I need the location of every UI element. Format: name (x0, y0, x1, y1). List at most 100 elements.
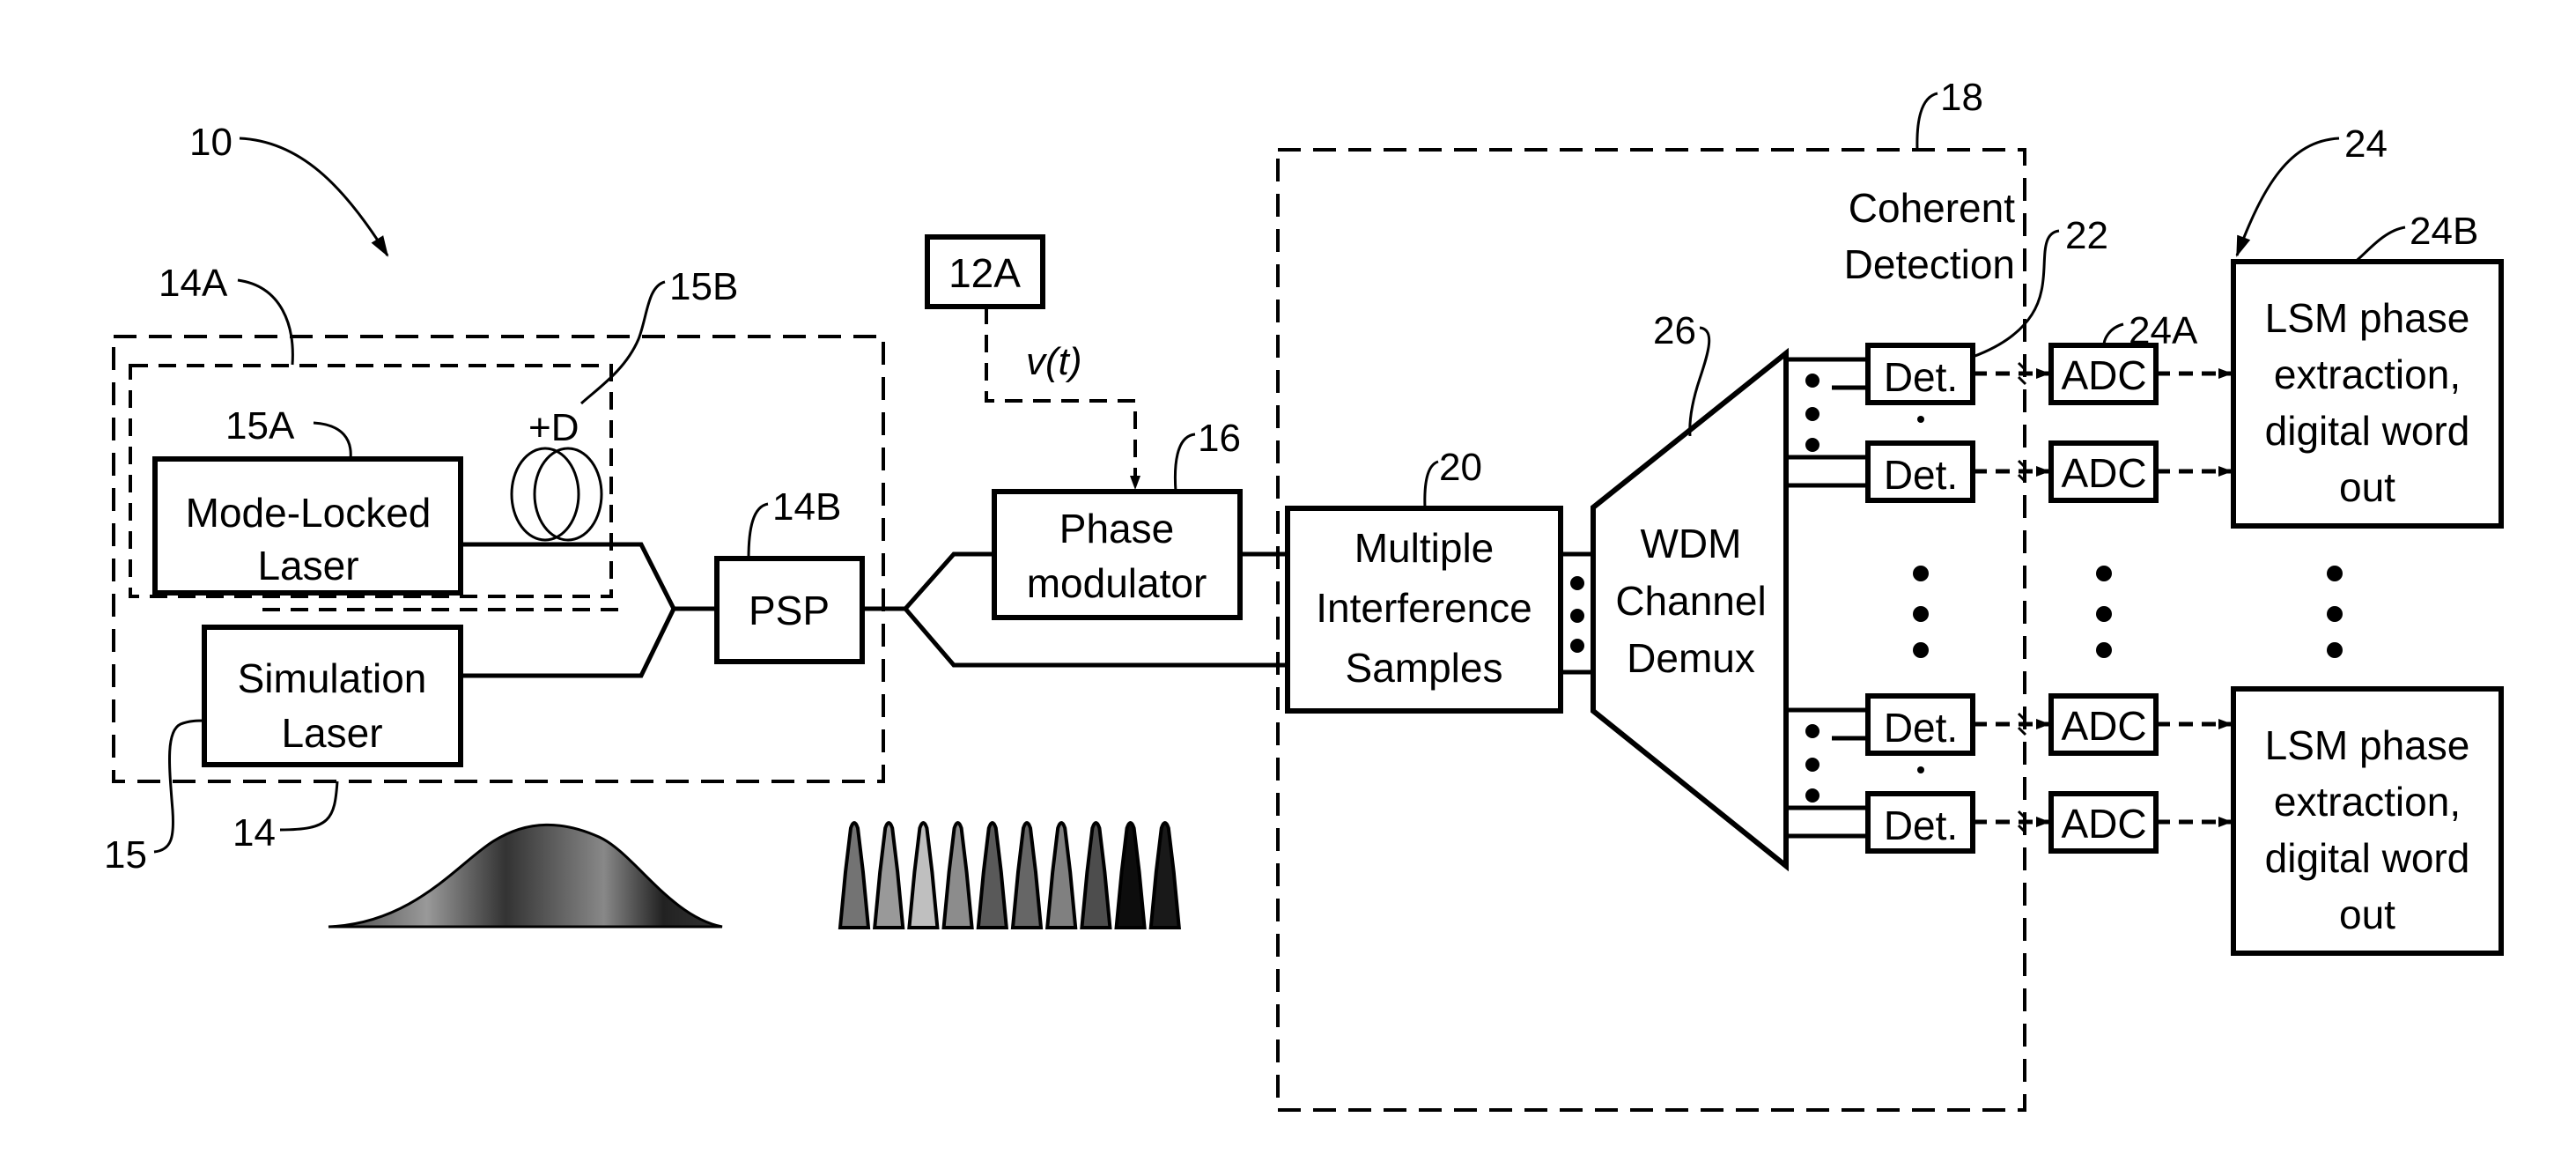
channel-dot (1805, 758, 1819, 772)
ref-22-label: 22 (2065, 214, 2108, 257)
adc-label: ADC (2061, 703, 2146, 749)
ellipsis-dot (2327, 642, 2343, 658)
ref-15B-label: 15B (669, 265, 738, 308)
mis-wdm-dot (1570, 609, 1584, 623)
simulation-laser-line2: Laser (281, 710, 382, 756)
adc-label: ADC (2061, 450, 2146, 496)
ref-24B-label: 24B (2410, 210, 2478, 253)
pair-dot (1917, 416, 1924, 423)
ellipsis-dot (2096, 566, 2112, 581)
detector-row: Det. ADC (1786, 693, 2233, 803)
mis-wdm-dot (1570, 639, 1584, 653)
mis-line3: Samples (1346, 645, 1503, 691)
channel-dot (1805, 374, 1819, 388)
adc-label: ADC (2061, 352, 2146, 398)
detector-label: Det. (1884, 803, 1958, 848)
dispersion-label: +D (528, 406, 579, 449)
mode-locked-laser-block: Mode-Locked Laser (152, 456, 463, 596)
pulse (1045, 821, 1078, 929)
ellipsis-dot (1913, 566, 1929, 581)
pulse (1010, 821, 1044, 929)
bus-slash (2017, 375, 2027, 386)
pair-dot (1917, 766, 1924, 773)
lsm-label-line: extraction, (2274, 779, 2461, 825)
ref-24-arrow (2235, 137, 2340, 257)
ellipsis-dot (2096, 606, 2112, 622)
pulse (873, 821, 905, 929)
wdm-line1: WDM (1641, 521, 1742, 566)
ref-10: 10 (189, 121, 389, 257)
lsm-label-line: LSM phase (2265, 722, 2470, 768)
lsm-label-line: extraction, (2274, 351, 2461, 397)
ref-24B-leader (2354, 226, 2406, 263)
detector-row: Det. ADC (1786, 440, 2233, 503)
phase-modulator-line1: Phase (1059, 506, 1174, 551)
lsm-label-line: out (2339, 892, 2395, 937)
ref-18-leader (1915, 92, 1938, 151)
ref-14A-leader (237, 278, 294, 366)
ellipsis-dot (2327, 566, 2343, 581)
mis-line1: Multiple (1354, 525, 1495, 571)
signal-label: v(t) (1026, 340, 1082, 383)
sim-laser-fiber (461, 607, 676, 678)
simulation-laser-block: Simulation Laser (202, 625, 463, 767)
wdm-line2: Channel (1615, 578, 1766, 624)
ref-15A-leader (313, 421, 352, 460)
mode-locked-laser-line2: Laser (257, 543, 358, 588)
lsm-block: LSM phase extraction, digital word out (2231, 259, 2504, 529)
ref-16-leader (1173, 433, 1196, 492)
coherent-detection-line1: Coherent (1849, 185, 2015, 231)
signal-source-label: 12A (948, 250, 1021, 296)
mis-wdm-dot (1570, 576, 1584, 590)
detector-row: Det. ADC (1786, 791, 2233, 854)
channel-dot (1805, 724, 1819, 738)
ref-24-label: 24 (2344, 122, 2388, 166)
psp-label: PSP (749, 588, 830, 633)
pulse (907, 821, 940, 929)
simulation-laser-line1: Simulation (238, 655, 427, 701)
dispersion-fiber-coil: +D (510, 406, 603, 542)
ref-15-label: 15 (104, 833, 147, 877)
detector-row: Det. ADC (1786, 343, 2233, 452)
ref-18-label: 18 (1940, 76, 1983, 119)
ref-10-label: 10 (189, 121, 233, 164)
wdm-line3: Demux (1627, 635, 1755, 681)
detector-rows: Det. ADC Det. ADC Det. ADC Det. ADC (1786, 343, 2233, 854)
ellipsis-dot (2096, 642, 2112, 658)
lsm-label-line: digital word (2265, 408, 2470, 454)
ellipsis-dot (1913, 642, 1929, 658)
ref-15-leader (153, 719, 205, 854)
lsm-block: LSM phase extraction, digital word out (2231, 686, 2504, 956)
ref-20-leader (1423, 460, 1439, 509)
ref-14-leader (279, 781, 339, 832)
ref-14B-leader (747, 502, 769, 559)
pulse (1114, 821, 1147, 929)
mis-block: Multiple Interference Samples (1285, 506, 1563, 714)
mode-locked-laser-line1: Mode-Locked (186, 490, 432, 536)
lsm-label-line: out (2339, 464, 2395, 510)
ref-15B-leader (579, 280, 666, 405)
ref-24A-leader (2102, 322, 2124, 346)
pulse (1080, 821, 1112, 929)
ref-20-label: 20 (1439, 446, 1482, 489)
pulse-train-waveform (838, 821, 1181, 929)
pulse (838, 821, 871, 929)
ref-10-arrow (239, 137, 389, 257)
adc-label: ADC (2061, 801, 2146, 847)
psp-block: PSP (714, 556, 865, 664)
ref-16-label: 16 (1198, 417, 1241, 460)
ref-24A-label: 24A (2129, 309, 2198, 352)
ref-14B-label: 14B (772, 485, 841, 529)
channel-dot (1805, 407, 1819, 421)
pulse (941, 821, 974, 929)
ref-14-label: 14 (233, 811, 276, 855)
phase-modulator-line2: modulator (1027, 560, 1207, 606)
ref-15A-label: 15A (225, 404, 295, 448)
detector-label: Det. (1884, 354, 1958, 400)
ellipsis-dot (2327, 606, 2343, 622)
detector-label: Det. (1884, 705, 1958, 751)
signal-source-block: 12A (925, 234, 1045, 309)
gaussian-pulse-waveform (328, 823, 723, 929)
channel-dot (1805, 788, 1819, 803)
ref-14A-label: 14A (159, 262, 228, 305)
